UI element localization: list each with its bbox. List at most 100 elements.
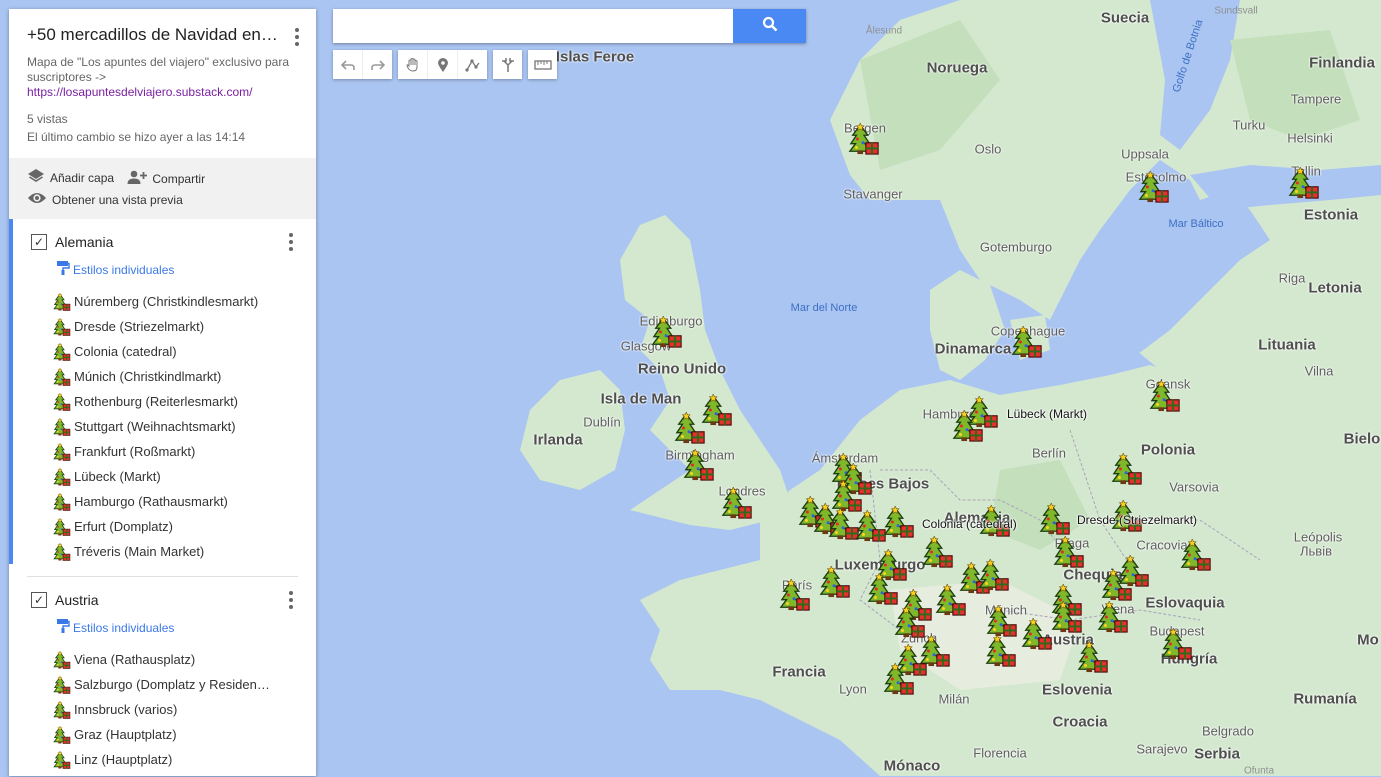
place-item[interactable]: Núremberg (Christkindlesmarkt) bbox=[9, 289, 316, 314]
individual-styles-label: Estilos individuales bbox=[73, 620, 175, 635]
place-item-label: Colonia (catedral) bbox=[74, 344, 177, 359]
christmas-market-marker[interactable] bbox=[1011, 326, 1045, 360]
individual-styles-link[interactable]: Estilos individuales bbox=[9, 260, 316, 279]
christmas-market-marker[interactable] bbox=[1101, 569, 1135, 603]
christmas-market-marker[interactable] bbox=[986, 605, 1020, 639]
christmas-tree-gift-icon bbox=[53, 650, 71, 669]
share-button[interactable]: Compartir bbox=[127, 168, 205, 189]
place-item-label: Frankfurt (Roßmarkt) bbox=[74, 444, 196, 459]
share-label: Compartir bbox=[152, 171, 206, 186]
christmas-market-marker[interactable] bbox=[1161, 628, 1195, 662]
paint-roller-icon bbox=[56, 260, 70, 279]
layer-header: ✓ Austria bbox=[9, 591, 316, 609]
christmas-tree-gift-icon bbox=[53, 750, 71, 769]
add-person-icon bbox=[127, 170, 148, 187]
christmas-market-marker[interactable] bbox=[922, 536, 956, 570]
christmas-market-marker[interactable] bbox=[1149, 380, 1183, 414]
christmas-market-marker[interactable] bbox=[935, 584, 969, 618]
place-item[interactable]: Hamburgo (Rathausmarkt) bbox=[9, 489, 316, 514]
place-item-label: Lübeck (Markt) bbox=[74, 469, 161, 484]
christmas-market-marker[interactable] bbox=[883, 663, 917, 697]
christmas-market-marker[interactable] bbox=[1180, 539, 1214, 573]
christmas-market-marker[interactable] bbox=[779, 579, 813, 613]
search-button[interactable] bbox=[733, 9, 806, 43]
place-item[interactable]: Linz (Hauptplatz) bbox=[9, 747, 316, 772]
christmas-market-marker[interactable] bbox=[674, 412, 708, 446]
place-item[interactable]: Graz (Hauptplatz) bbox=[9, 722, 316, 747]
christmas-market-marker[interactable] bbox=[651, 316, 685, 350]
map-title[interactable]: +50 mercadillos de Navidad en Europa bbox=[27, 25, 282, 45]
pin-icon[interactable] bbox=[428, 50, 458, 79]
place-item-label: Viena (Rathausplatz) bbox=[74, 652, 196, 667]
christmas-market-marker[interactable] bbox=[1077, 641, 1111, 675]
place-item-label: Graz (Hauptplatz) bbox=[74, 727, 177, 742]
christmas-tree-gift-icon bbox=[53, 542, 71, 561]
christmas-tree-gift-icon bbox=[53, 700, 71, 719]
place-item-label: Tréveris (Main Market) bbox=[74, 544, 205, 559]
place-item[interactable]: Múnich (Christkindlmarkt) bbox=[9, 364, 316, 389]
last-change: El último cambio se hizo ayer a las 14:1… bbox=[27, 130, 246, 144]
layer-visibility-checkbox[interactable]: ✓ bbox=[31, 234, 47, 250]
undo-icon[interactable] bbox=[333, 50, 363, 79]
place-item[interactable]: Rothenburg (Reiterlesmarkt) bbox=[9, 389, 316, 414]
line-icon[interactable] bbox=[458, 50, 487, 79]
individual-styles-link[interactable]: Estilos individuales bbox=[9, 618, 316, 637]
layer-name[interactable]: Alemania bbox=[55, 234, 113, 250]
search-box bbox=[333, 9, 806, 43]
place-item[interactable]: Colonia (catedral) bbox=[9, 339, 316, 364]
christmas-tree-gift-icon bbox=[53, 417, 71, 436]
place-item[interactable]: Tréveris (Main Market) bbox=[9, 539, 316, 564]
hand-icon[interactable] bbox=[398, 50, 428, 79]
place-item[interactable]: Erfurt (Domplatz) bbox=[9, 514, 316, 539]
christmas-market-marker[interactable] bbox=[721, 487, 755, 521]
place-item[interactable]: Frankfurt (Roßmarkt) bbox=[9, 439, 316, 464]
place-item[interactable]: Salzburgo (Domplatz y Residenzplatz) bbox=[9, 672, 316, 697]
christmas-market-marker[interactable] bbox=[1053, 536, 1087, 570]
panel-header: +50 mercadillos de Navidad en Europa Map… bbox=[9, 9, 316, 158]
add-layer-button[interactable]: Añadir capa bbox=[27, 167, 114, 188]
place-item-label: Hamburgo (Rathausmarkt) bbox=[74, 494, 228, 509]
preview-button[interactable]: Obtener una vista previa bbox=[27, 189, 183, 210]
map-side-panel: +50 mercadillos de Navidad en Europa Map… bbox=[9, 9, 316, 776]
add-layer-label: Añadir capa bbox=[50, 170, 115, 185]
views-count: 5 vistas bbox=[27, 112, 68, 126]
christmas-market-marker[interactable] bbox=[1288, 167, 1322, 201]
layer-options-icon[interactable] bbox=[281, 589, 301, 611]
place-item-label: Linz (Hauptplatz) bbox=[74, 752, 173, 767]
christmas-market-marker[interactable] bbox=[1051, 601, 1085, 635]
map-description-link[interactable]: https://losapuntesdelviajero.substack.co… bbox=[27, 85, 298, 100]
christmas-market-marker[interactable] bbox=[1021, 618, 1055, 652]
more-options-icon[interactable] bbox=[287, 26, 307, 48]
christmas-market-marker[interactable] bbox=[985, 635, 1019, 669]
layer-items: Núremberg (Christkindlesmarkt) Dresde (St… bbox=[9, 289, 316, 564]
christmas-market-marker[interactable] bbox=[978, 559, 1012, 593]
map-description-text: Mapa de "Los apuntes del viajero" exclus… bbox=[27, 55, 290, 84]
search-input[interactable] bbox=[333, 9, 733, 43]
christmas-market-marker[interactable] bbox=[952, 410, 986, 444]
christmas-market-marker[interactable] bbox=[1111, 453, 1145, 487]
layer-options-icon[interactable] bbox=[281, 231, 301, 253]
eye-icon bbox=[27, 191, 47, 208]
christmas-tree-gift-icon bbox=[53, 392, 71, 411]
place-item[interactable]: Viena (Rathausplatz) bbox=[9, 647, 316, 672]
place-item[interactable]: Stuttgart (Weihnachtsmarkt) bbox=[9, 414, 316, 439]
christmas-tree-gift-icon bbox=[53, 317, 71, 336]
place-item[interactable]: Innsbruck (varios) bbox=[9, 697, 316, 722]
place-item[interactable]: Lübeck (Markt) bbox=[9, 464, 316, 489]
place-item[interactable]: Dresde (Striezelmarkt) bbox=[9, 314, 316, 339]
christmas-market-marker[interactable] bbox=[867, 573, 901, 607]
christmas-market-marker[interactable] bbox=[1138, 171, 1172, 205]
layer-header: ✓ Alemania bbox=[9, 233, 316, 251]
redo-icon[interactable] bbox=[363, 50, 392, 79]
christmas-market-marker[interactable] bbox=[848, 123, 882, 157]
christmas-market-marker[interactable] bbox=[1097, 601, 1131, 635]
christmas-market-marker[interactable] bbox=[1039, 503, 1073, 537]
ruler-icon[interactable] bbox=[528, 50, 557, 79]
christmas-market-marker[interactable] bbox=[683, 449, 717, 483]
layer-visibility-checkbox[interactable]: ✓ bbox=[31, 592, 47, 608]
christmas-market-marker[interactable] bbox=[883, 506, 917, 540]
place-item-label: Innsbruck (varios) bbox=[74, 702, 178, 717]
layer-name[interactable]: Austria bbox=[55, 592, 99, 608]
christmas-market-marker[interactable] bbox=[819, 566, 853, 600]
directions-icon[interactable] bbox=[493, 50, 522, 79]
